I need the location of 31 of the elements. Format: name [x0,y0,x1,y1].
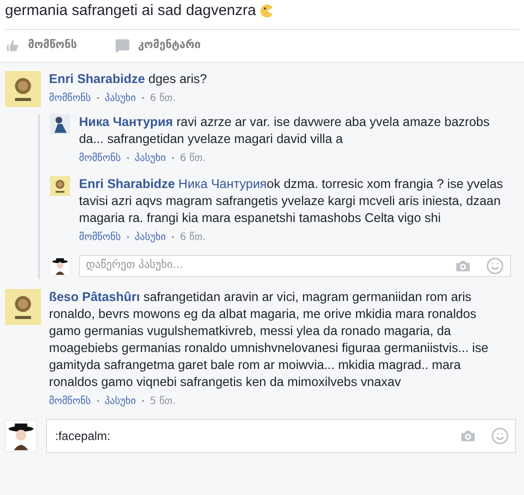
like-link[interactable]: მომწონს [49,394,91,408]
like-link[interactable]: მომწონს [79,150,121,166]
reply-link[interactable]: პასუხი [104,394,136,408]
comment-text: Enri Sharabidze Ника Чантурияok dzma. torresic xom frangia ? ise yvelas tavisi azri aqvs magram safrangetis yvelaze kargi mcveli aris iniesta, dzaan magaria ra. frangi kia mara espanetshi tamashobs Celta vigo shi [79,176,504,226]
reply-link[interactable]: პასუხი [104,90,136,106]
timestamp[interactable]: 6 წთ. [180,230,206,244]
post-text: germania safrangeti ai sad dagvenzra [5,1,256,21]
like-button[interactable]: მომწონს [5,37,78,54]
speech-bubble-icon [115,38,130,53]
reply-link[interactable]: პასუხი [134,230,166,244]
comment-text: Ника Чантурия ravi azrze ar var. ise davwere aba yvela amaze bazrobs da... safrangetidan yvelaze magari david villa a [79,114,491,148]
timestamp[interactable]: 6 წთ. [150,90,176,106]
like-link[interactable]: მომწონს [49,90,91,106]
comment-text: Enri Sharabidze dges aris? [49,70,208,88]
timestamp[interactable]: 6 წთ. [180,150,206,166]
avatar[interactable] [50,256,70,276]
mention-link[interactable]: Ника Чантурия [178,176,267,190]
like-link[interactable]: მომწონს [79,230,121,244]
avatar[interactable] [50,114,70,134]
timestamp[interactable]: 5 წთ. [150,394,176,408]
comment-button[interactable]: კომენტარი [115,37,201,54]
avatar[interactable] [50,176,70,196]
author-link[interactable]: Enri Sharabidze [79,176,175,190]
thumbs-up-icon [5,38,20,53]
emoji-icon [260,4,274,18]
reply-link[interactable]: პასუხი [134,150,166,166]
avatar[interactable] [5,420,37,452]
author-link[interactable]: Enri Sharabidze [49,72,145,86]
author-link[interactable]: Ника Чантурия [79,114,173,128]
comment-text: ßeso Pâtashûrı safrangetidan aravin ar vici, magram germaniidan rom aris ronaldo, bevrs mowons eg da albat magaria, me orive mkidia mara ronaldos gamo germanias vugulshematkivreb, messi ylea da ronado magaria, da moagebiebs germanias ronaldo umnishvnelovanesi figuraa germaniistvis... ise gamityda safrangetma garet bale rom ar moiwvia... mkidia magrad.. mara ronaldos gamo viqnebi safrangetis ken da mimoxilvebs vnaxav [49,288,490,390]
author-link[interactable]: ßeso Pâtashûrı [49,290,140,304]
